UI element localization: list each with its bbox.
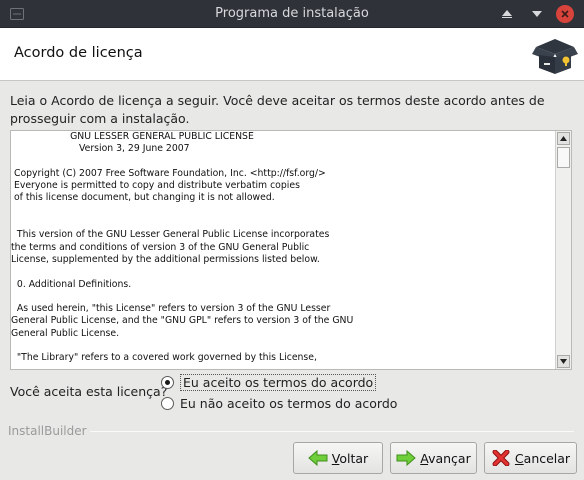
cancel-button[interactable]: Cancelar bbox=[484, 442, 577, 474]
footer-divider bbox=[90, 431, 574, 432]
keep-above-button[interactable] bbox=[498, 5, 516, 23]
accept-radio-option[interactable]: Eu aceito os termos do acordo bbox=[161, 373, 377, 391]
close-button[interactable] bbox=[556, 5, 574, 23]
license-scrollbar[interactable] bbox=[555, 131, 571, 369]
installbuilder-brand: InstallBuilder bbox=[8, 424, 87, 438]
minimize-button[interactable] bbox=[528, 5, 546, 23]
scroll-down-button[interactable] bbox=[557, 355, 570, 368]
back-label: Voltar bbox=[331, 450, 369, 466]
scrollbar-thumb[interactable] bbox=[557, 147, 570, 168]
arrow-up-icon bbox=[560, 136, 567, 141]
arrow-left-icon bbox=[308, 450, 328, 466]
chevron-down-icon bbox=[532, 11, 542, 17]
next-button[interactable]: Avançar bbox=[390, 442, 477, 474]
license-text: GNU LESSER GENERAL PUBLIC LICENSE Versio… bbox=[11, 131, 354, 364]
page-title: Acordo de licença bbox=[14, 45, 143, 61]
arrow-right-icon bbox=[396, 450, 417, 466]
license-text-area[interactable]: GNU LESSER GENERAL PUBLIC LICENSE Versio… bbox=[10, 130, 572, 370]
license-question: Você aceita esta licença? bbox=[10, 384, 168, 399]
close-icon bbox=[561, 10, 569, 18]
decline-radio[interactable] bbox=[161, 396, 174, 410]
next-label: Avançar bbox=[420, 450, 471, 466]
decline-radio-option[interactable]: Eu não aceito os termos do acordo bbox=[161, 394, 397, 412]
accept-radio[interactable] bbox=[161, 375, 174, 389]
arrow-down-icon bbox=[560, 359, 567, 364]
package-box-icon bbox=[532, 39, 578, 74]
page-header: Acordo de licença bbox=[0, 28, 584, 81]
cancel-x-icon bbox=[492, 450, 510, 466]
scroll-up-button[interactable] bbox=[557, 132, 570, 145]
intro-text: Leia o Acordo de licença a seguir. Você … bbox=[10, 93, 545, 126]
title-bar: Programa de instalação bbox=[0, 0, 584, 28]
triangle-up-icon bbox=[502, 10, 512, 18]
accept-label[interactable]: Eu aceito os termos do acordo bbox=[180, 373, 377, 391]
window-title: Programa de instalação bbox=[215, 6, 369, 21]
decline-label[interactable]: Eu não aceito os termos do acordo bbox=[180, 396, 397, 411]
back-button[interactable]: Voltar bbox=[293, 442, 383, 474]
cancel-label: Cancelar bbox=[514, 450, 571, 466]
